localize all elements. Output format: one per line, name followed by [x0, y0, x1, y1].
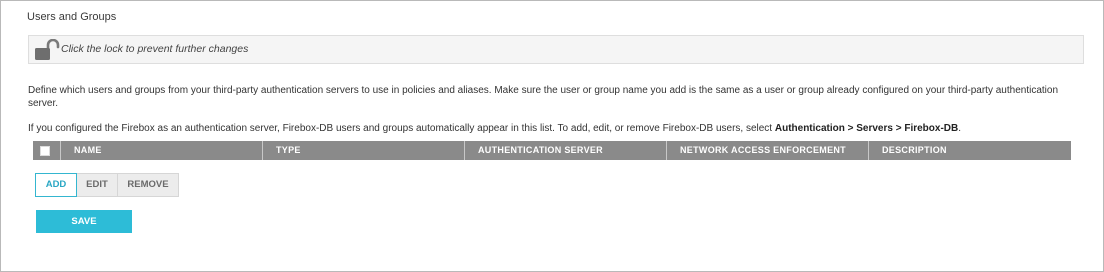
description-paragraph-1: Define which users and groups from your …	[28, 85, 1058, 109]
users-groups-panel: Users and Groups Click the lock to preve…	[0, 0, 1104, 272]
column-header-name[interactable]: NAME	[61, 141, 263, 160]
lock-bar[interactable]: Click the lock to prevent further change…	[28, 35, 1084, 64]
table-action-buttons: ADD EDIT REMOVE	[35, 173, 179, 197]
column-header-authentication-server[interactable]: AUTHENTICATION SERVER	[465, 141, 667, 160]
save-button[interactable]: SAVE	[36, 210, 132, 233]
firebox-db-path: Authentication > Servers > Firebox-DB	[774, 123, 959, 134]
select-all-checkbox[interactable]	[40, 146, 50, 156]
edit-button[interactable]: EDIT	[77, 173, 118, 197]
remove-button[interactable]: REMOVE	[118, 173, 179, 197]
description-paragraph-2-prefix: If you configured the Firebox as an auth…	[28, 123, 775, 134]
users-table-header: NAME TYPE AUTHENTICATION SERVER NETWORK …	[33, 141, 1071, 160]
unlocked-padlock-icon[interactable]	[34, 38, 60, 61]
page-title: Users and Groups	[27, 11, 117, 23]
select-all-column	[33, 141, 61, 160]
column-header-type[interactable]: TYPE	[263, 141, 465, 160]
lock-hint-text: Click the lock to prevent further change…	[61, 43, 249, 55]
description-paragraph-2: If you configured the Firebox as an auth…	[28, 122, 961, 135]
description-paragraph-2-suffix: .	[958, 123, 962, 134]
column-header-description[interactable]: DESCRIPTION	[869, 141, 1071, 160]
column-header-network-access-enforcement[interactable]: NETWORK ACCESS ENFORCEMENT	[667, 141, 869, 160]
add-button[interactable]: ADD	[35, 173, 77, 197]
